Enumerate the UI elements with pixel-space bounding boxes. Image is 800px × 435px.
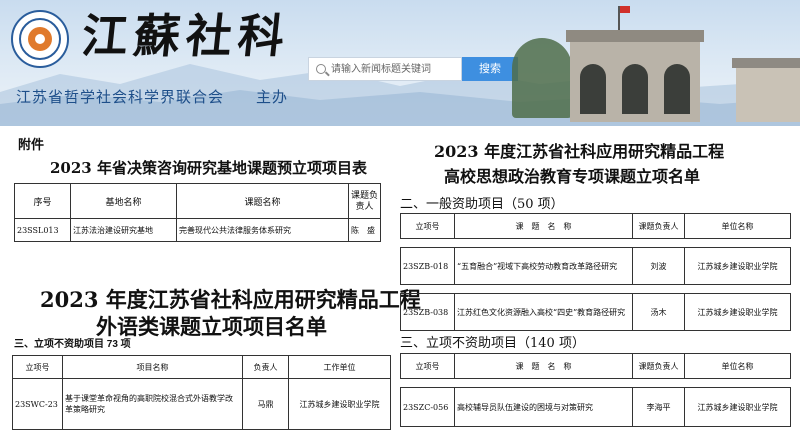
column-header: 负责人 — [242, 355, 289, 379]
column-header: 课题名称 — [176, 183, 349, 219]
header-banner: 江蘇社科 江苏省哲学社会科学界联合会 主办 搜索 — [0, 0, 800, 126]
column-header: 项目名称 — [62, 355, 243, 379]
search-input[interactable] — [331, 58, 459, 80]
table-row: 23SZB-038 江苏红色文化资源融入高校“四史”教育路径研究 汤木 江苏城乡… — [400, 293, 791, 331]
section-heading-unfunded: 三、立项不资助项目（140 项） — [400, 336, 585, 351]
table-a-title: 2023 年省决策咨询研究基地课题预立项项目表 — [50, 159, 367, 177]
cell-topic: 基于课堂革命视角的高职院校混合式外语教学改革策略研究 — [62, 378, 243, 430]
cell-leader: 陈 盛 — [348, 218, 381, 242]
search-icon — [316, 64, 326, 74]
cell-id: 23SZC-056 — [400, 387, 455, 427]
unfunded-projects-table: 立项号 课 题 名 称 课题负责人 单位名称 23SZC-056 高校辅导员队伍… — [400, 353, 791, 427]
cell-id: 23SZB-018 — [400, 247, 455, 285]
cell-id: 23SSL013 — [14, 218, 71, 242]
cell-topic: 高校辅导员队伍建设的困境与对策研究 — [454, 387, 633, 427]
page-fade — [0, 250, 390, 280]
search-box — [308, 57, 462, 81]
section-heading-funded: 二、一般资助项目（50 项） — [400, 197, 564, 212]
column-header: 立项号 — [400, 353, 455, 379]
site-brand-title[interactable]: 江蘇社科 — [79, 6, 293, 66]
cell-unit: 江苏城乡建设职业学院 — [684, 293, 791, 331]
column-header: 序号 — [14, 183, 71, 219]
column-header: 单位名称 — [684, 213, 791, 239]
table-row: 23SWC-23 基于课堂革命视角的高职院校混合式外语教学改革策略研究 马鼎 江… — [12, 378, 391, 430]
column-header: 立项号 — [400, 213, 455, 239]
building-illustration — [732, 58, 800, 122]
ideological-title-line1: 2023 年度江苏省社科应用研究精品工程 — [434, 142, 725, 161]
column-header: 课题负责人 — [632, 213, 685, 239]
table-header-row: 立项号 课 题 名 称 课题负责人 单位名称 — [400, 213, 791, 239]
section-heading: 三、立项不资助项目 73 项 — [14, 339, 131, 350]
cell-leader: 刘波 — [632, 247, 685, 285]
cell-leader: 马鼎 — [242, 378, 289, 430]
table-header-row: 序号 基地名称 课题名称 课题负责人 — [14, 183, 381, 219]
column-header: 立项号 — [12, 355, 63, 379]
flag-icon — [618, 6, 630, 30]
table-header-row: 立项号 课 题 名 称 课题负责人 单位名称 — [400, 353, 791, 379]
column-header: 课 题 名 称 — [454, 353, 633, 379]
host-organization: 江苏省哲学社会科学界联合会 主办 — [16, 89, 289, 106]
cell-id: 23SZB-038 — [400, 293, 455, 331]
cell-leader: 李海平 — [632, 387, 685, 427]
funded-projects-table: 立项号 课 题 名 称 课题负责人 单位名称 23SZB-018 “五育融合”视… — [400, 213, 791, 331]
cell-topic: “五育融合”视域下高校劳动教育改革路径研究 — [454, 247, 633, 285]
table-row: 23SZC-056 高校辅导员队伍建设的困境与对策研究 李海平 江苏城乡建设职业… — [400, 387, 791, 427]
cell-unit: 江苏城乡建设职业学院 — [684, 387, 791, 427]
cell-id: 23SWC-23 — [12, 378, 63, 430]
foreign-lang-title-line1: 2023 年度江苏省社科应用研究精品工程 — [40, 287, 421, 312]
cell-topic: 完善现代公共法律服务体系研究 — [176, 218, 349, 242]
table-header-row: 立项号 项目名称 负责人 工作单位 — [12, 355, 391, 379]
table-row: 23SSL013 江苏法治建设研究基地 完善现代公共法律服务体系研究 陈 盛 — [14, 218, 381, 242]
federation-logo[interactable] — [11, 10, 69, 68]
cell-base: 江苏法治建设研究基地 — [70, 218, 177, 242]
cell-unit: 江苏城乡建设职业学院 — [684, 247, 791, 285]
column-header: 单位名称 — [684, 353, 791, 379]
column-header: 课题负责人 — [348, 183, 381, 219]
ideological-title-line2: 高校思想政治教育专项课题立项名单 — [444, 167, 701, 186]
attachment-label: 附件 — [18, 138, 45, 153]
decision-consulting-table: 序号 基地名称 课题名称 课题负责人 23SSL013 江苏法治建设研究基地 完… — [14, 183, 381, 242]
column-header: 基地名称 — [70, 183, 177, 219]
table-row: 23SZB-018 “五育融合”视域下高校劳动教育改革路径研究 刘波 江苏城乡建… — [400, 247, 791, 285]
cell-topic: 江苏红色文化资源融入高校“四史”教育路径研究 — [454, 293, 633, 331]
cell-unit: 江苏城乡建设职业学院 — [288, 378, 391, 430]
cell-leader: 汤木 — [632, 293, 685, 331]
foreign-lang-table: 立项号 项目名称 负责人 工作单位 23SWC-23 基于课堂革命视角的高职院校… — [12, 355, 391, 430]
campus-gate-illustration — [566, 30, 704, 122]
search-button[interactable]: 搜索 — [462, 57, 518, 81]
column-header: 工作单位 — [288, 355, 391, 379]
trees-illustration — [512, 38, 572, 118]
column-header: 课 题 名 称 — [454, 213, 633, 239]
column-header: 课题负责人 — [632, 353, 685, 379]
